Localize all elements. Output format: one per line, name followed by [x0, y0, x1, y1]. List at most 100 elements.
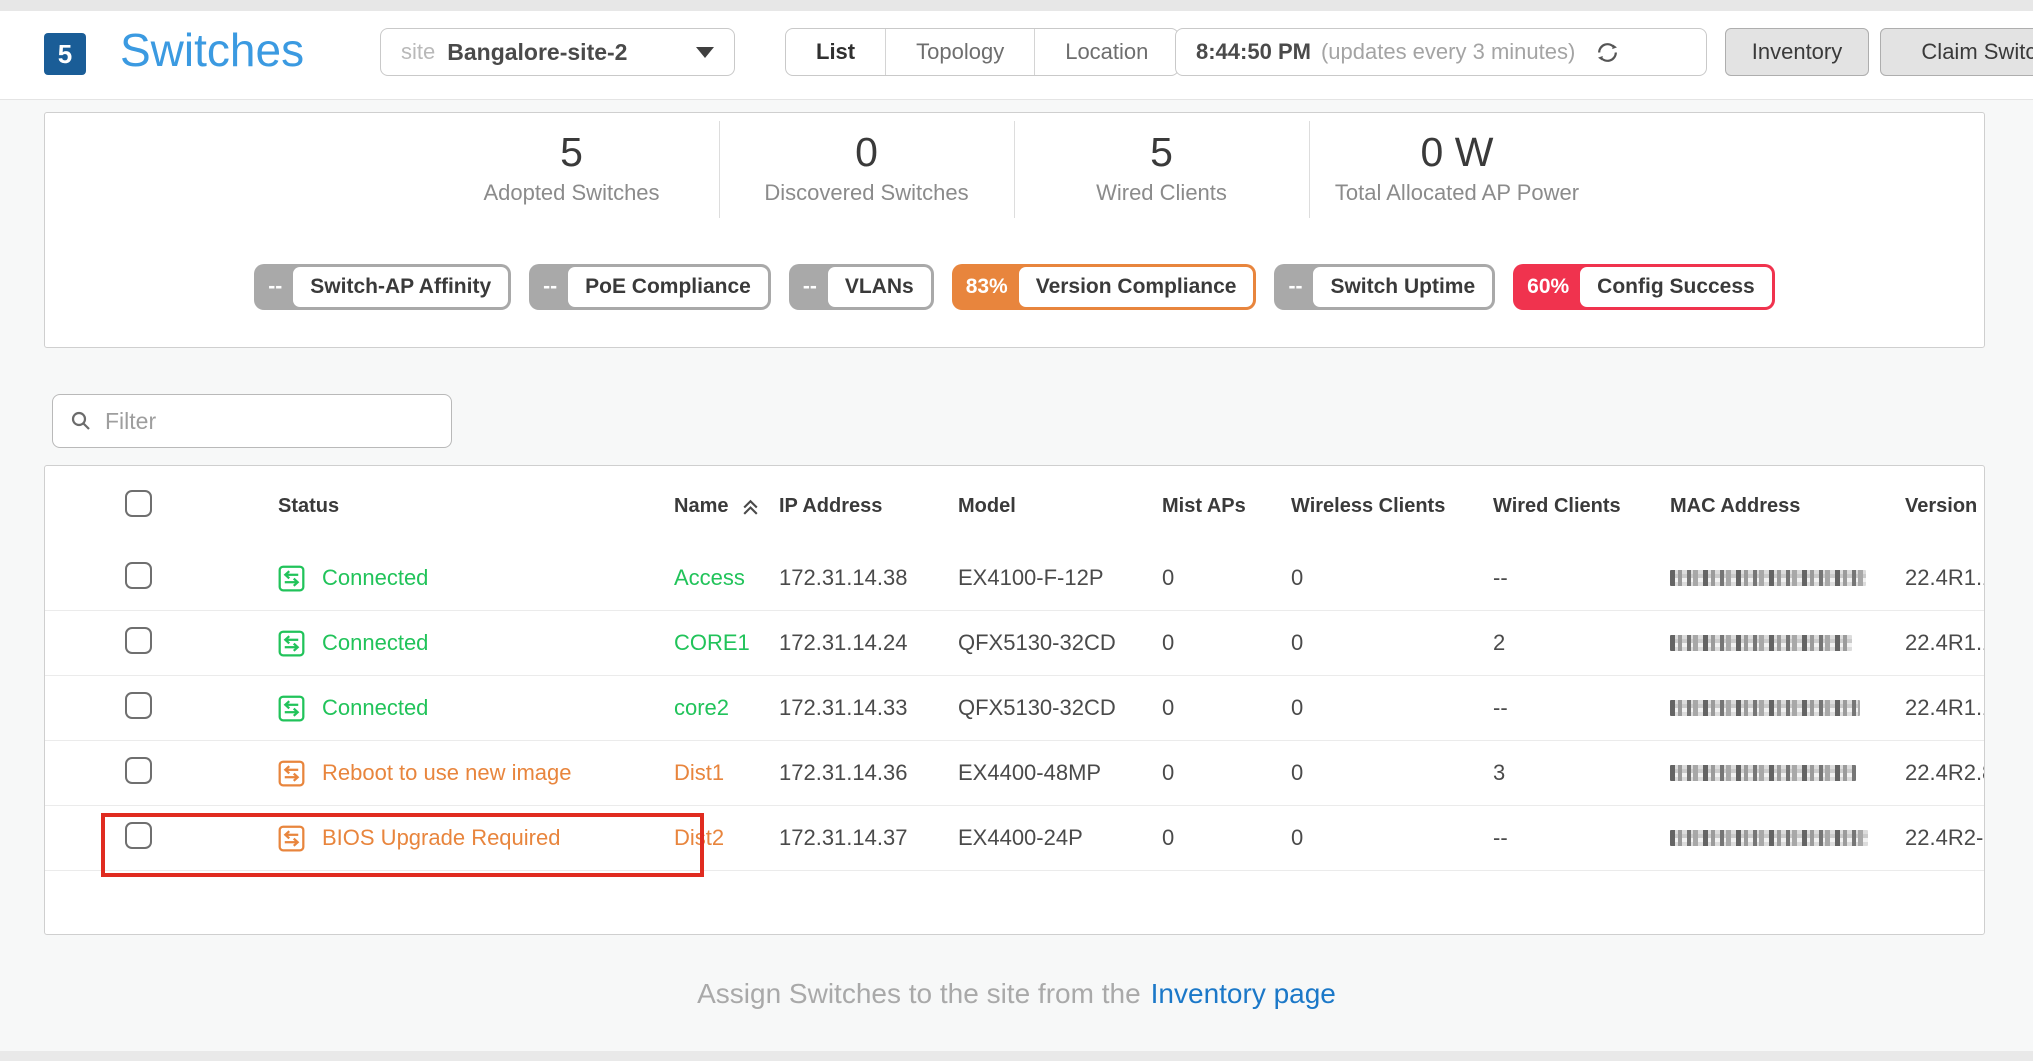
table-row[interactable]: Connected Access 172.31.14.38 EX4100-F-1… — [45, 546, 1984, 611]
table-row[interactable]: Connected CORE1 172.31.14.24 QFX5130-32C… — [45, 611, 1984, 676]
cell-mist-aps: 0 — [1118, 630, 1247, 656]
select-all-checkbox[interactable] — [125, 490, 152, 517]
cell-mist-aps: 0 — [1118, 695, 1247, 721]
header: 5 Switches site Bangalore-site-2 List To… — [0, 11, 2033, 100]
filter-input[interactable] — [105, 408, 435, 435]
kpi-label: Version Compliance — [1019, 267, 1254, 307]
cell-version: 22.4R1.11- — [1861, 695, 1985, 721]
kpi-switch-ap-affinity[interactable]: -- Switch-AP Affinity — [254, 264, 511, 310]
kpi-vlans[interactable]: -- VLANs — [789, 264, 934, 310]
status-text: BIOS Upgrade Required — [322, 825, 560, 851]
stat-wired-clients: 5 Wired Clients — [1015, 121, 1310, 218]
cell-name[interactable]: Dist1 — [630, 760, 735, 786]
stat-discovered-switches: 0 Discovered Switches — [720, 121, 1015, 218]
stats-panel: 5 Adopted Switches 0 Discovered Switches… — [44, 112, 1985, 348]
stat-value: 5 — [1015, 129, 1309, 176]
cell-status: Connected — [234, 565, 630, 592]
switch-icon — [278, 760, 305, 787]
kpi-row: -- Switch-AP Affinity -- PoE Compliance … — [45, 264, 1984, 310]
tab-list[interactable]: List — [786, 29, 885, 75]
stat-label: Wired Clients — [1015, 180, 1309, 206]
refresh-timer: 8:44:50 PM (updates every 3 minutes) — [1175, 28, 1707, 76]
cell-version: 22.4R1.11- — [1861, 630, 1985, 656]
footer-text: Assign Switches to the site from the — [697, 978, 1141, 1009]
footer-hint: Assign Switches to the site from the Inve… — [0, 978, 2033, 1010]
cell-wired-clients: -- — [1449, 565, 1626, 591]
cell-checkbox — [45, 757, 234, 790]
cell-checkbox — [45, 562, 234, 595]
mac-redacted-blur — [1670, 830, 1868, 846]
site-selector[interactable]: site Bangalore-site-2 — [380, 28, 735, 76]
table-row[interactable]: Connected core2 172.31.14.33 QFX5130-32C… — [45, 676, 1984, 741]
cell-ip: 172.31.14.37 — [735, 825, 914, 851]
chevron-down-icon — [696, 47, 714, 58]
inventory-page-link[interactable]: Inventory page — [1151, 978, 1336, 1009]
stat-label: Adopted Switches — [425, 180, 719, 206]
stat-value: 0 W — [1310, 129, 1605, 176]
cell-status: BIOS Upgrade Required — [234, 825, 630, 852]
kpi-version-compliance[interactable]: 83% Version Compliance — [952, 264, 1257, 310]
row-checkbox[interactable] — [125, 562, 152, 589]
cell-name[interactable]: CORE1 — [630, 630, 735, 656]
cell-model: EX4400-48MP — [914, 760, 1118, 786]
table-header: Status Name IP Address Model Mist APs Wi… — [45, 466, 1984, 546]
switch-count-badge: 5 — [44, 33, 86, 75]
col-header-wireless-clients[interactable]: Wireless Clients — [1247, 495, 1449, 518]
row-checkbox[interactable] — [125, 627, 152, 654]
cell-name[interactable]: Access — [630, 565, 735, 591]
cell-model: EX4400-24P — [914, 825, 1118, 851]
kpi-switch-uptime[interactable]: -- Switch Uptime — [1274, 264, 1495, 310]
mac-redacted-blur — [1670, 765, 1856, 781]
col-header-version[interactable]: Version — [1861, 495, 1984, 518]
row-checkbox[interactable] — [125, 822, 152, 849]
cell-version: 22.4R2-S1. — [1861, 825, 1985, 851]
table-row[interactable]: BIOS Upgrade Required Dist2 172.31.14.37… — [45, 806, 1984, 871]
row-checkbox[interactable] — [125, 692, 152, 719]
cell-status: Reboot to use new image — [234, 760, 630, 787]
switch-icon — [278, 630, 305, 657]
col-header-status[interactable]: Status — [234, 495, 630, 518]
site-selector-value: Bangalore-site-2 — [447, 39, 627, 66]
table-row[interactable]: Reboot to use new image Dist1 172.31.14.… — [45, 741, 1984, 806]
col-header-model[interactable]: Model — [914, 495, 1118, 518]
mac-redacted-blur — [1670, 700, 1860, 716]
current-time: 8:44:50 PM — [1196, 39, 1311, 65]
update-interval-note: (updates every 3 minutes) — [1321, 39, 1575, 65]
stat-adopted-switches: 5 Adopted Switches — [425, 121, 720, 218]
row-checkbox[interactable] — [125, 757, 152, 784]
switches-table: Status Name IP Address Model Mist APs Wi… — [44, 465, 1985, 935]
col-header-wired-clients[interactable]: Wired Clients — [1449, 495, 1626, 518]
cell-mac — [1626, 765, 1861, 781]
cell-mist-aps: 0 — [1118, 825, 1247, 851]
tab-topology[interactable]: Topology — [885, 29, 1034, 75]
refresh-icon[interactable] — [1595, 40, 1620, 65]
tab-location[interactable]: Location — [1034, 29, 1178, 75]
status-text: Connected — [322, 565, 428, 591]
cell-ip: 172.31.14.33 — [735, 695, 914, 721]
col-header-name[interactable]: Name — [630, 495, 735, 518]
cell-model: EX4100-F-12P — [914, 565, 1118, 591]
kpi-value: 83% — [955, 267, 1019, 307]
status-text: Connected — [322, 695, 428, 721]
cell-name[interactable]: core2 — [630, 695, 735, 721]
kpi-label: VLANs — [828, 267, 931, 307]
cell-name[interactable]: Dist2 — [630, 825, 735, 851]
kpi-value: 60% — [1516, 267, 1580, 307]
claim-switch-button[interactable]: Claim Switch — [1880, 28, 2033, 76]
cell-model: QFX5130-32CD — [914, 630, 1118, 656]
col-header-ip[interactable]: IP Address — [735, 495, 914, 518]
bottom-strip — [0, 1051, 2033, 1061]
cell-checkbox — [45, 822, 234, 855]
kpi-label: Switch Uptime — [1313, 267, 1492, 307]
col-header-mac[interactable]: MAC Address — [1626, 495, 1861, 518]
kpi-poe-compliance[interactable]: -- PoE Compliance — [529, 264, 771, 310]
cell-wired-clients: 3 — [1449, 760, 1626, 786]
search-icon — [69, 409, 93, 433]
inventory-button[interactable]: Inventory — [1725, 28, 1869, 76]
stat-label: Discovered Switches — [720, 180, 1014, 206]
cell-mist-aps: 0 — [1118, 760, 1247, 786]
cell-mac — [1626, 700, 1861, 716]
col-header-mist-aps[interactable]: Mist APs — [1118, 495, 1247, 518]
cell-checkbox — [45, 490, 234, 523]
kpi-config-success[interactable]: 60% Config Success — [1513, 264, 1775, 310]
